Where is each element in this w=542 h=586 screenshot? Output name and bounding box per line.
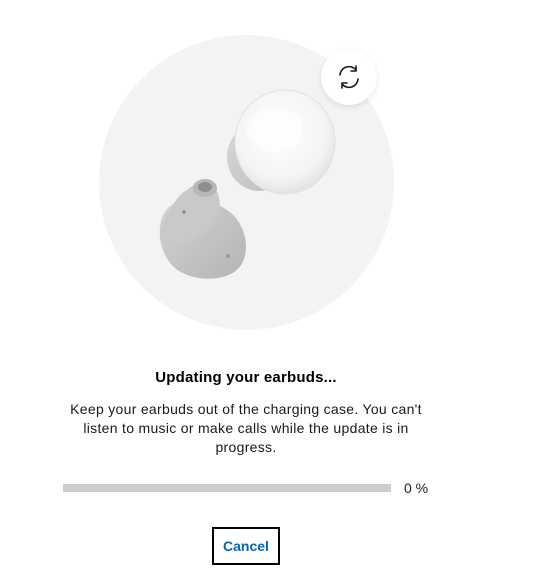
update-dialog: Updating your earbuds... Keep your earbu… [0, 0, 542, 586]
update-title: Updating your earbuds... [155, 369, 337, 386]
sync-icon [339, 65, 359, 89]
sync-button[interactable] [321, 49, 377, 105]
progress-percent: 0 % [404, 480, 429, 496]
cancel-button[interactable]: Cancel [212, 527, 280, 565]
progress-bar [63, 484, 391, 492]
update-description: Keep your earbuds out of the charging ca… [70, 401, 422, 455]
